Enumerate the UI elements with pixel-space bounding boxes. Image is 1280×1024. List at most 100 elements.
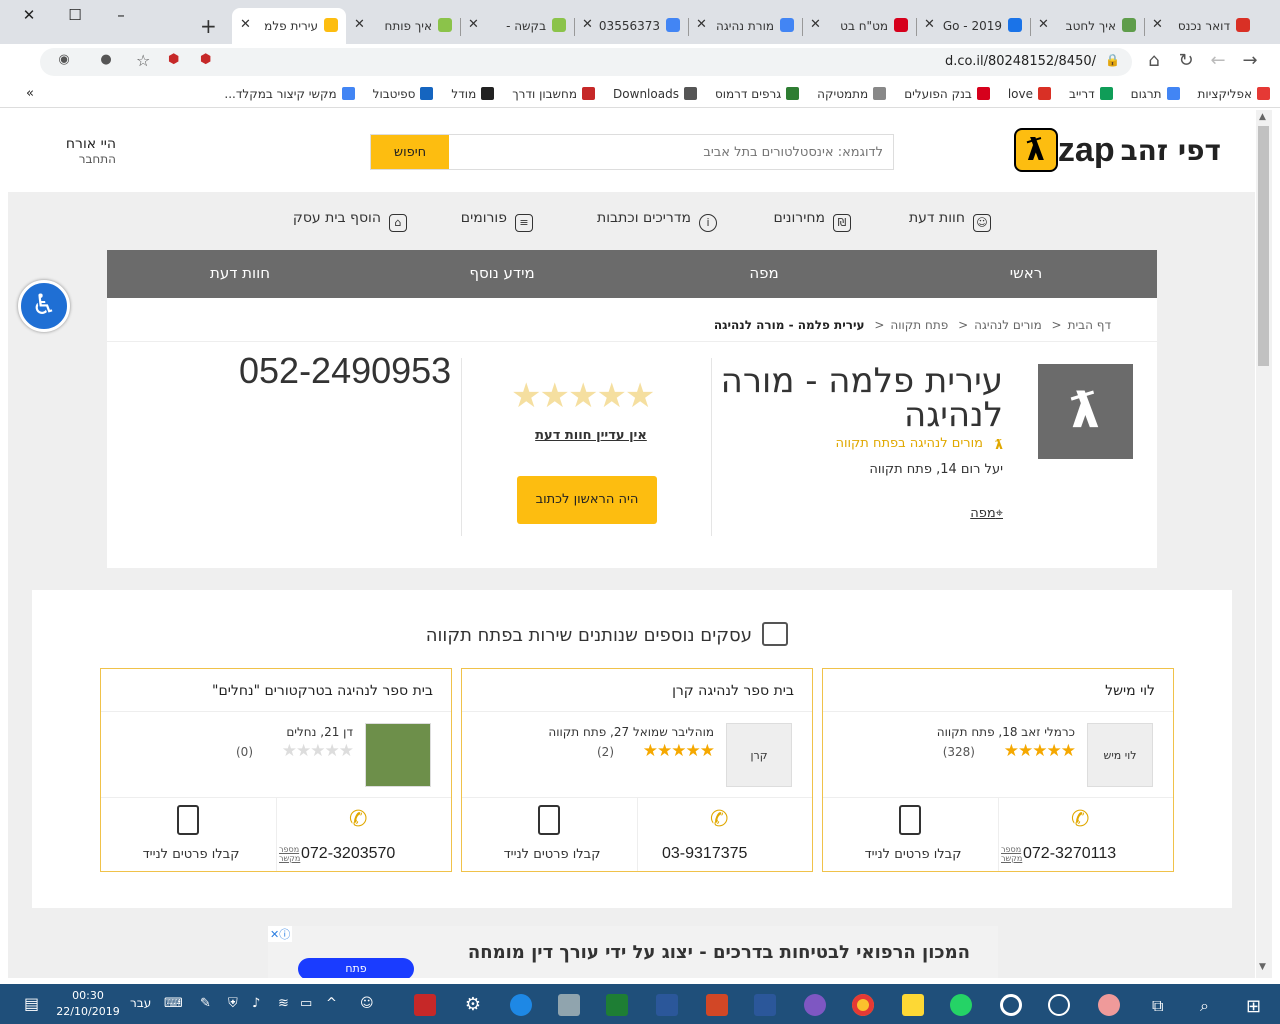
browser-tab[interactable]: 2019 - Go ✕: [916, 8, 1030, 44]
tab-more-info[interactable]: מידע נוסף: [371, 264, 633, 282]
ad-close-icon[interactable]: ✕ⓘ: [268, 926, 293, 942]
subnav-add-business[interactable]: ⌂הוסף בית עסק: [293, 210, 407, 232]
business-card-phone[interactable]: 072-3203570: [301, 845, 395, 863]
breadcrumb-category[interactable]: מורים לנהיגה: [974, 318, 1042, 332]
bookmark-item[interactable]: מתמטיקה: [817, 87, 887, 101]
pdf-app-icon[interactable]: [414, 994, 436, 1016]
app-icon[interactable]: [1000, 994, 1022, 1016]
search-input[interactable]: [449, 135, 893, 169]
business-card-title[interactable]: בית ספר לנהיגה בטרקטורים "נחלים": [212, 683, 433, 699]
subnav-pricing[interactable]: ₪מחירונים: [773, 210, 851, 232]
task-view-icon[interactable]: ⧉: [1152, 996, 1163, 1016]
business-list-card[interactable]: לוי מישל לוי מיש כרמלי זאב 18, פתח תקווה ★★…: [822, 668, 1174, 872]
send-to-mobile-link[interactable]: קבלו פרטים לנייד: [121, 847, 261, 862]
site-logo[interactable]: דפי זהב zap ƛ: [1013, 128, 1231, 172]
close-tab-icon[interactable]: ✕: [1152, 17, 1163, 32]
new-tab-button[interactable]: +: [200, 14, 217, 38]
shield-icon[interactable]: ⛨: [228, 996, 238, 1011]
people-icon[interactable]: ☺: [360, 996, 374, 1011]
subnav-forums[interactable]: ≡פורומים: [461, 210, 533, 232]
bookmark-item[interactable]: גרפים דרמוס: [715, 87, 800, 101]
keyboard-icon[interactable]: ⌨: [164, 996, 183, 1011]
map-link[interactable]: ⌖מפה: [970, 506, 1003, 521]
business-list-card[interactable]: בית ספר לנהיגה בטרקטורים "נחלים" דן 21, נ…: [100, 668, 452, 872]
subnav-reviews[interactable]: ☺חוות דעת: [909, 210, 991, 232]
battery-icon[interactable]: ▭: [300, 996, 312, 1011]
chevron-up-icon[interactable]: ^: [326, 996, 337, 1011]
close-tab-icon[interactable]: ✕: [1038, 17, 1049, 32]
breadcrumb-home[interactable]: דף הבית: [1068, 318, 1111, 332]
paint-icon[interactable]: [1098, 994, 1120, 1016]
bookmark-item[interactable]: מקשי קיצור במקלד...: [224, 87, 355, 101]
browser-tab[interactable]: 03556373 ✕: [574, 8, 688, 44]
more-bookmarks-icon[interactable]: »: [26, 86, 34, 101]
close-tab-icon[interactable]: ✕: [582, 17, 593, 32]
send-to-mobile-link[interactable]: קבלו פרטים לנייד: [843, 847, 983, 862]
business-card-title[interactable]: בית ספר לנהיגה קרן: [672, 683, 794, 699]
tab-map[interactable]: מפה: [633, 264, 895, 282]
phone-icon[interactable]: ✆: [1071, 807, 1089, 832]
business-phone[interactable]: 052-2490953: [239, 350, 451, 392]
business-card-title[interactable]: לוי מישל: [1105, 683, 1155, 699]
close-tab-icon[interactable]: ✕: [468, 17, 479, 32]
clock[interactable]: 00:30 22/10/2019: [52, 988, 124, 1020]
bookmark-item[interactable]: דרייב: [1069, 87, 1113, 101]
alarm-icon[interactable]: [1048, 994, 1070, 1016]
start-icon[interactable]: ⊞: [1246, 996, 1261, 1017]
close-tab-icon[interactable]: ✕: [240, 17, 251, 32]
ad-banner[interactable]: ✕ⓘ המכון הרפואי לבטיחות בדרכים - יצוג על…: [268, 926, 998, 978]
guest-login[interactable]: היי אורח התחבר: [46, 136, 116, 166]
send-to-mobile-link[interactable]: קבלו פרטים לנייד: [482, 847, 622, 862]
app-icon[interactable]: [804, 994, 826, 1016]
mobile-icon[interactable]: [899, 805, 921, 835]
home-icon[interactable]: ⌂: [1142, 50, 1166, 71]
business-thumbnail[interactable]: [365, 723, 431, 787]
browser-tab[interactable]: עירית פלמ ✕: [232, 8, 346, 44]
url-text[interactable]: d.co.il/80248152/8450/: [945, 54, 1096, 69]
bookmark-item[interactable]: אפליקציות: [1198, 87, 1270, 101]
mobile-icon[interactable]: [538, 805, 560, 835]
business-card-phone[interactable]: 03-9317375: [662, 845, 747, 863]
business-list-card[interactable]: בית ספר לנהיגה קרן קרן מוהליבר שמואל 27, פ…: [461, 668, 813, 872]
business-category-link[interactable]: מורים לנהיגה בפתח תקווה: [835, 436, 983, 451]
browser-tab[interactable]: בקשה - ✕: [460, 8, 574, 44]
reload-icon[interactable]: ↻: [1174, 50, 1198, 71]
write-first-review-button[interactable]: היה הראשון לכתוב: [517, 476, 657, 524]
phone-icon[interactable]: ✆: [349, 807, 367, 832]
chrome-icon[interactable]: [852, 994, 874, 1016]
wifi-icon[interactable]: ≋: [278, 996, 289, 1011]
extension-icon[interactable]: ●: [94, 52, 118, 67]
close-tab-icon[interactable]: ✕: [924, 17, 935, 32]
bookmark-item[interactable]: מחשבון ודרך: [512, 87, 596, 101]
bookmark-item[interactable]: love: [1008, 87, 1052, 101]
profile-icon[interactable]: ◉: [52, 52, 76, 67]
tab-main[interactable]: ראשי: [895, 264, 1157, 282]
phone-icon[interactable]: ✆: [710, 807, 728, 832]
back-icon[interactable]: →: [1238, 50, 1262, 71]
excel-icon[interactable]: [606, 994, 628, 1016]
whatsapp-icon[interactable]: [950, 994, 972, 1016]
address-bar[interactable]: d.co.il/80248152/8450/ 🔒 ☆ ⬢ ⬢: [40, 48, 1132, 76]
browser-tab[interactable]: איך לחטב ✕: [1030, 8, 1144, 44]
subnav-guides[interactable]: iמדריכים וכתבות: [597, 210, 717, 232]
close-tab-icon[interactable]: ✕: [354, 17, 365, 32]
no-reviews-link[interactable]: אין עדיין חוות דעת: [511, 428, 671, 443]
star-icon[interactable]: ☆: [136, 51, 150, 70]
close-tab-icon[interactable]: ✕: [696, 17, 707, 32]
accessibility-icon[interactable]: ♿: [18, 280, 70, 332]
edge-icon[interactable]: [510, 994, 532, 1016]
extension-icon[interactable]: ⬢: [168, 52, 179, 67]
volume-icon[interactable]: ♪: [252, 996, 260, 1011]
extension-icon[interactable]: ⬢: [200, 52, 211, 67]
bookmark-item[interactable]: Downloads: [613, 87, 697, 101]
business-thumbnail[interactable]: קרן: [726, 723, 792, 787]
bookmark-item[interactable]: ספיטבול: [373, 87, 434, 101]
app-icon[interactable]: [558, 994, 580, 1016]
search-button[interactable]: חיפוש: [371, 135, 449, 169]
notifications-icon[interactable]: ▤: [24, 994, 39, 1013]
login-link[interactable]: התחבר: [46, 152, 116, 166]
file-explorer-icon[interactable]: [902, 994, 924, 1016]
business-thumbnail[interactable]: לוי מיש: [1087, 723, 1153, 787]
bookmark-item[interactable]: תרגום: [1131, 87, 1180, 101]
pen-icon[interactable]: ✎: [200, 996, 211, 1011]
